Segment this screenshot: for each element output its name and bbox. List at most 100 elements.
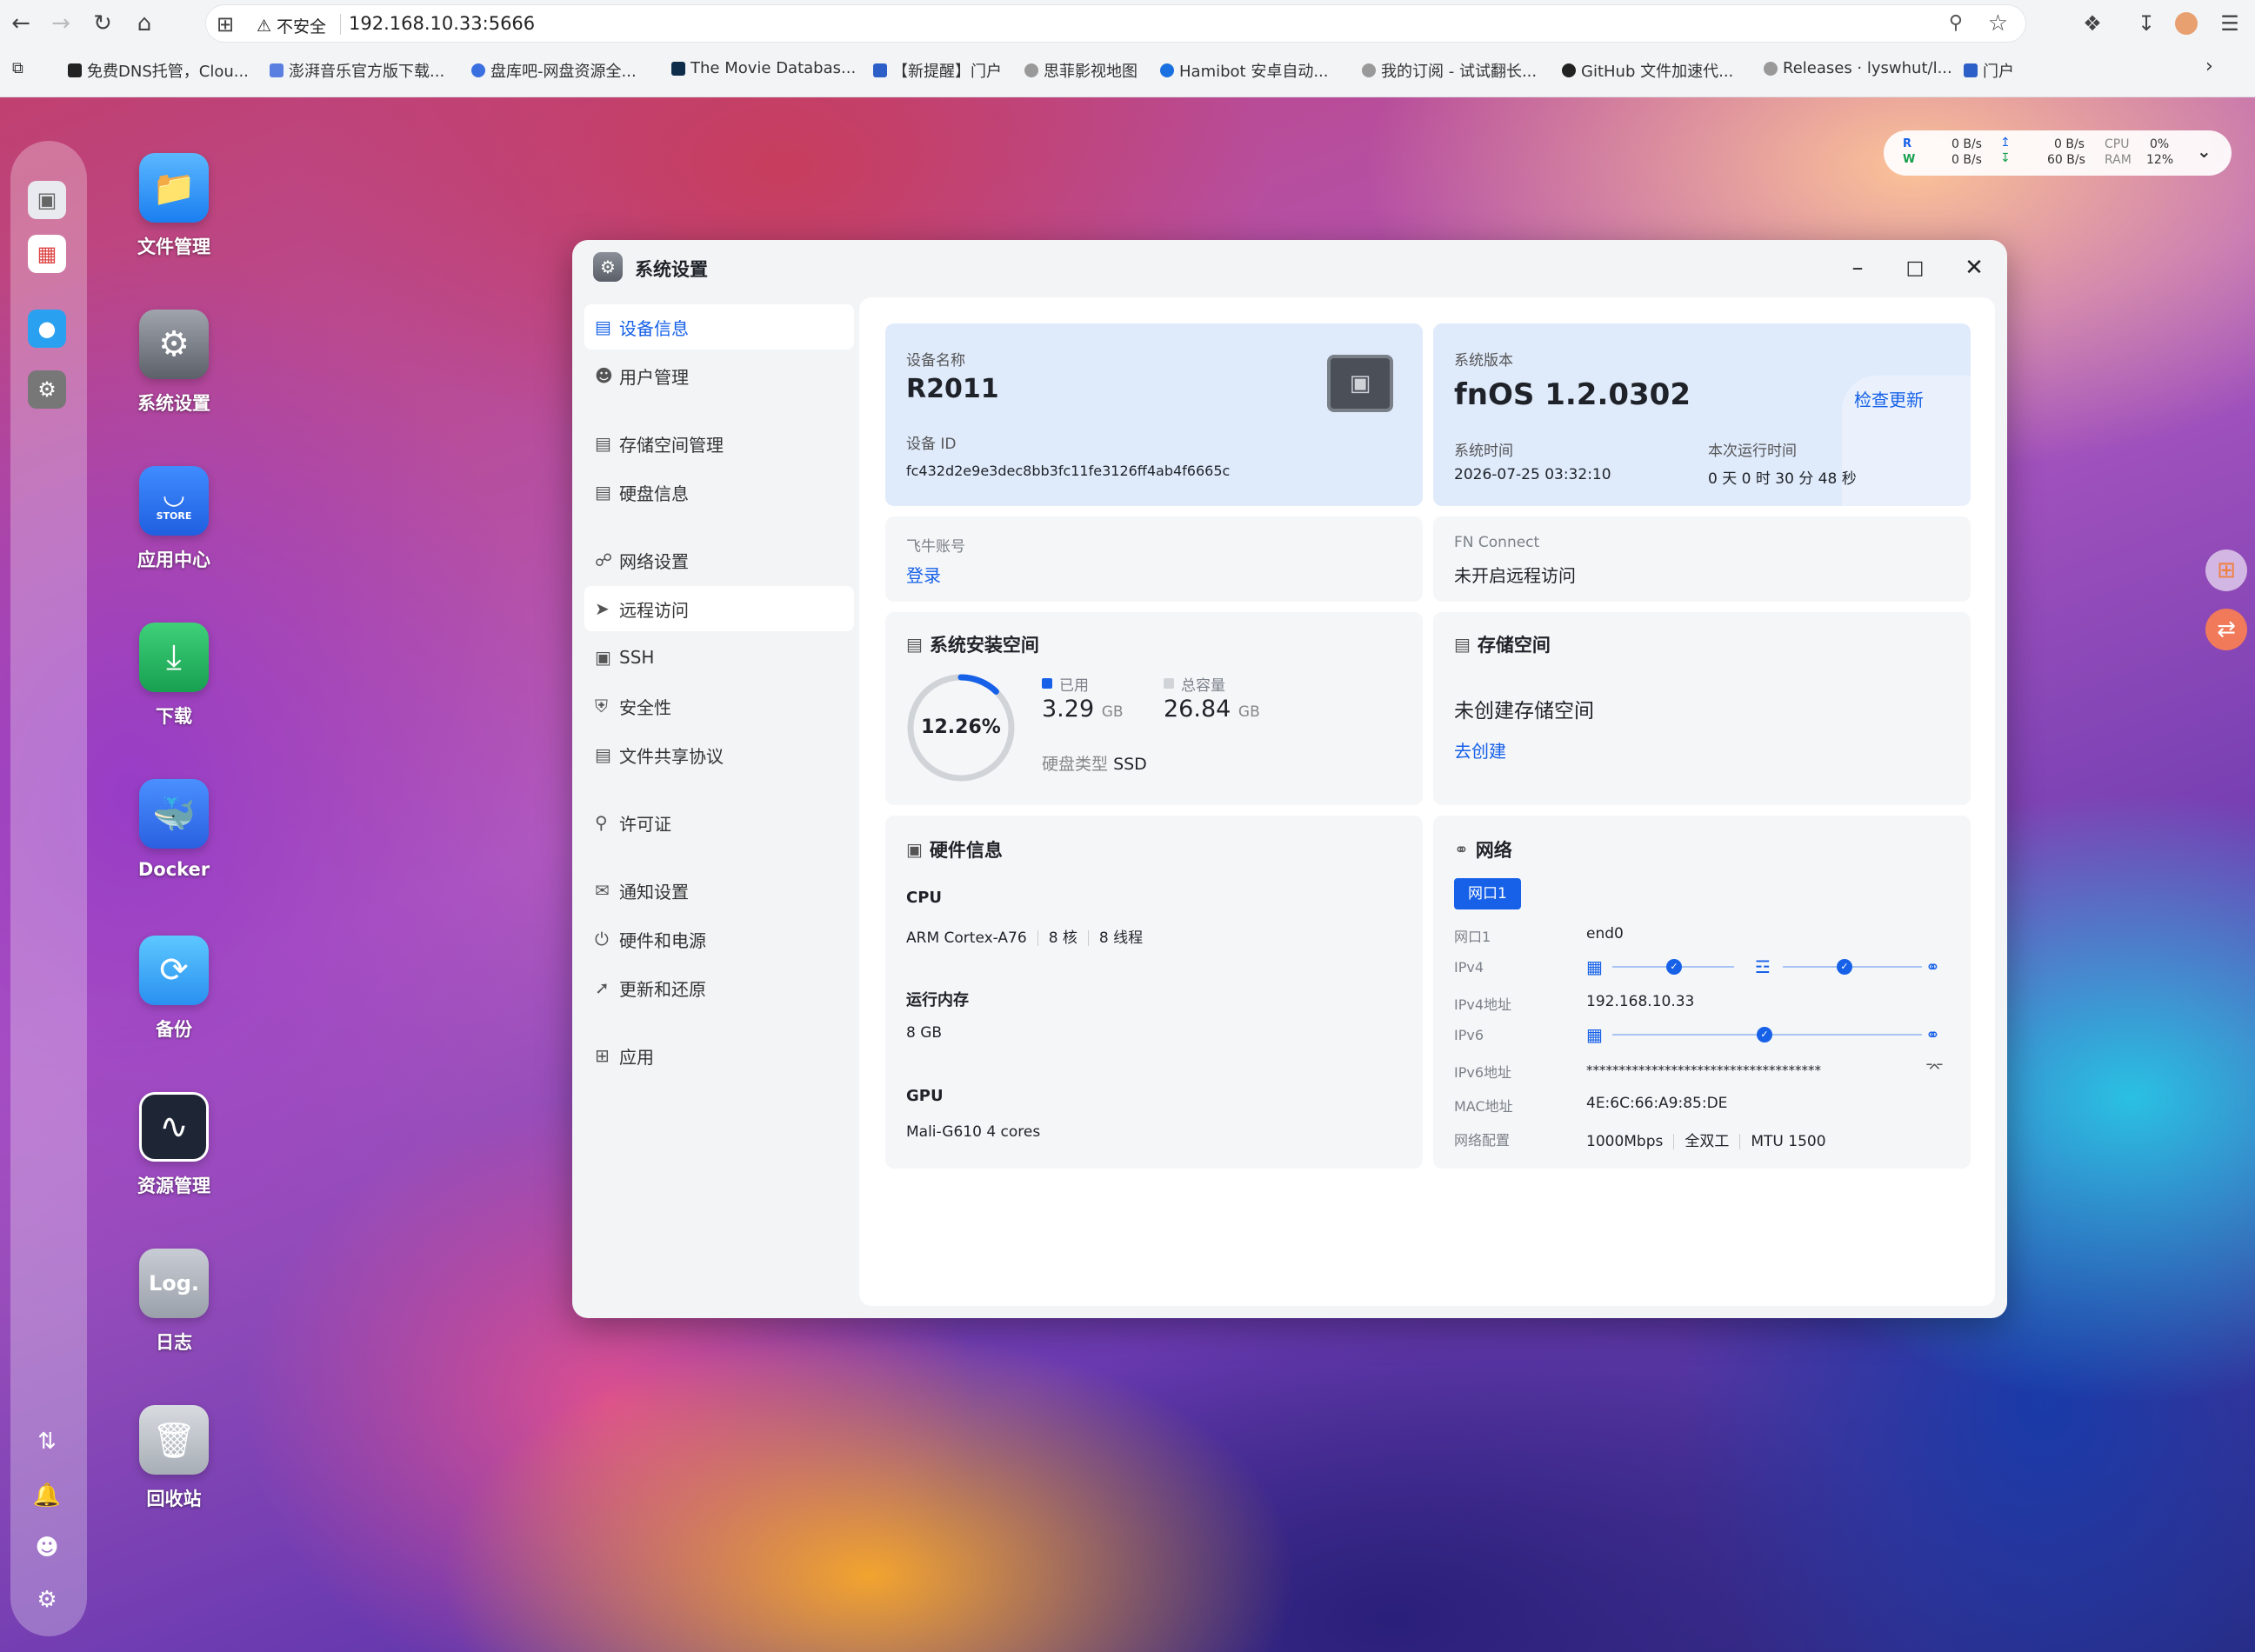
app-file-manager[interactable]: 📁 文件管理 xyxy=(122,153,226,259)
app-log[interactable]: Log. 日志 xyxy=(122,1249,226,1355)
resource-monitor-widget[interactable]: R W 0 B/s 0 B/s ↥ ↧ 0 B/s 60 B/s CPU RAM… xyxy=(1884,130,2232,176)
bell-icon[interactable]: 🔔 xyxy=(30,1478,64,1513)
bookmark-item[interactable]: The Movie Databas... xyxy=(671,59,856,77)
bookmark-item[interactable]: 门户 xyxy=(1964,59,2014,82)
app-download[interactable]: ⤓ 下载 xyxy=(122,623,226,729)
app-backup[interactable]: ⟳ 备份 xyxy=(122,936,226,1042)
window-titlebar[interactable]: ⚙ 系统设置 – □ ✕ xyxy=(572,240,2007,297)
translate-icon[interactable]: ⇄ xyxy=(2205,609,2247,650)
nav-storage-management[interactable]: ▤ 存储空间管理 xyxy=(584,421,854,466)
warning-icon: ⚠ xyxy=(257,16,272,36)
nav-user-management[interactable]: ☻ 用户管理 xyxy=(584,353,854,398)
gpu-info: Mali-G610 4 cores xyxy=(906,1123,1041,1141)
nav-apps[interactable]: ⊞ 应用 xyxy=(584,1033,854,1078)
used-legend-swatch xyxy=(1042,678,1052,689)
favicon-icon xyxy=(270,63,284,77)
browser-toolbar: ← → ↻ ⌂ ⊞ ⚠ 不安全 192.168.10.33:5666 ⚲ ☆ ❖ … xyxy=(0,0,2255,47)
globe-icon: ⚭ xyxy=(1925,1024,1940,1045)
nav-device-info[interactable]: ▤ 设备信息 xyxy=(584,304,854,350)
close-icon[interactable]: ✕ xyxy=(1958,252,1990,283)
router-icon: ☲ xyxy=(1755,956,1771,977)
minimize-icon[interactable]: – xyxy=(1842,252,1873,283)
nav-disk-info[interactable]: ▤ 硬盘信息 xyxy=(584,470,854,515)
bookmark-item[interactable]: 【新提醒】门户 xyxy=(873,59,1002,82)
store-icon: ◡ STORE xyxy=(139,466,209,536)
nav-license[interactable]: ⚲ 许可证 xyxy=(584,800,854,845)
extensions-icon[interactable]: ❖ xyxy=(2077,8,2108,39)
key-icon: ⚲ xyxy=(595,812,608,833)
bookmark-item[interactable]: 盘库吧-网盘资源全... xyxy=(471,59,637,82)
trash-icon: 🗑 xyxy=(139,1405,209,1475)
favicon-icon xyxy=(68,63,82,77)
globe-icon: ⚭ xyxy=(1925,956,1940,977)
total-legend-swatch xyxy=(1164,678,1174,689)
back-icon[interactable]: ← xyxy=(5,8,37,39)
disk-type: 硬盘类型 SSD xyxy=(1042,755,1147,774)
log-icon: Log. xyxy=(139,1249,209,1318)
port-tab[interactable]: 网口1 xyxy=(1454,878,1521,909)
bookmark-item[interactable]: Releases · lyswhut/l... xyxy=(1764,59,1952,77)
log-text: Log. xyxy=(148,1271,200,1296)
account-card: 飞牛账号 登录 xyxy=(885,516,1423,602)
bookmark-item[interactable]: GitHub 文件加速代... xyxy=(1562,59,1733,82)
forward-icon[interactable]: → xyxy=(45,8,77,39)
login-link[interactable]: 登录 xyxy=(906,562,941,587)
bookmark-item[interactable]: 我的订阅 - 试试翻长... xyxy=(1362,59,1537,82)
url-text[interactable]: 192.168.10.33:5666 xyxy=(349,13,535,34)
bookmark-item[interactable]: Hamibot 安卓自动... xyxy=(1160,59,1328,82)
nav-file-sharing[interactable]: ▤ 文件共享协议 xyxy=(584,732,854,777)
nav-ssh[interactable]: ▣ SSH xyxy=(584,635,854,680)
store-text: STORE xyxy=(156,510,192,522)
app-recycle-bin[interactable]: 🗑 回收站 xyxy=(122,1405,226,1511)
download-icon[interactable]: ↧ xyxy=(2131,8,2162,39)
favicon-icon xyxy=(873,63,887,77)
desktop-icon[interactable]: ▣ xyxy=(28,181,66,219)
app-docker[interactable]: 🐳 Docker xyxy=(122,779,226,880)
maximize-icon[interactable]: □ xyxy=(1899,252,1931,283)
chevron-right-icon[interactable]: › xyxy=(2205,56,2213,77)
widget-add-icon[interactable]: ⊞ xyxy=(2205,550,2247,591)
avatar[interactable] xyxy=(2171,8,2202,39)
nas-port-icon: ▦ xyxy=(1586,956,1603,977)
address-bar[interactable]: ⊞ ⚠ 不安全 192.168.10.33:5666 ⚲ ☆ xyxy=(205,4,2026,43)
security-warning[interactable]: ⚠ 不安全 xyxy=(257,14,326,37)
uptime: 0 天 0 时 30 分 48 秒 xyxy=(1708,470,1857,488)
settings-dock-icon[interactable]: ⚙ xyxy=(28,370,66,409)
app-system-settings[interactable]: ⚙ 系统设置 xyxy=(122,310,226,416)
nav-remote-access[interactable]: ➤ 远程访问 xyxy=(584,586,854,631)
home-icon[interactable]: ⌂ xyxy=(129,8,160,39)
bookmark-star-icon[interactable]: ☆ xyxy=(1988,10,2008,37)
chevron-down-icon[interactable]: ⌄ xyxy=(2197,141,2212,162)
nav-security[interactable]: ⛨ 安全性 xyxy=(584,683,854,729)
gear-icon[interactable]: ⚙ xyxy=(30,1582,64,1617)
app-grid-icon[interactable]: ▦ xyxy=(28,235,66,273)
create-storage-link[interactable]: 去创建 xyxy=(1454,737,1506,763)
menu-icon[interactable]: ☰ xyxy=(2214,8,2245,39)
storage-status: 未创建存储空间 xyxy=(1454,700,1594,723)
nav-update-restore[interactable]: ➚ 更新和还原 xyxy=(584,965,854,1010)
user-icon: ☻ xyxy=(595,365,613,386)
nav-network-settings[interactable]: ☍ 网络设置 xyxy=(584,537,854,583)
tab-group-icon[interactable]: ⧉ xyxy=(12,59,23,77)
favicon-icon xyxy=(471,63,485,77)
location-icon[interactable]: ⚲ xyxy=(1949,12,1963,34)
tip-icon[interactable]: ● xyxy=(28,310,66,348)
transfer-icon[interactable]: ⇅ xyxy=(30,1424,64,1459)
bookmark-item[interactable]: 思菲影视地图 xyxy=(1024,59,1138,82)
user-icon[interactable]: ☻ xyxy=(30,1530,64,1565)
nav-hardware-power[interactable]: ⏻ 硬件和电源 xyxy=(584,916,854,962)
eye-closed-icon[interactable]: ⌤ xyxy=(1925,1059,1944,1077)
fn-connect-card[interactable]: FN Connect 未开启远程访问 xyxy=(1433,516,1971,602)
favicon-icon xyxy=(1964,63,1978,77)
reload-icon[interactable]: ↻ xyxy=(87,8,118,39)
bookmark-item[interactable]: 澎湃音乐官方版下载... xyxy=(270,59,444,82)
check-icon: ✓ xyxy=(1757,1027,1772,1042)
bookmark-item[interactable]: 免费DNS托管，Clou... xyxy=(68,59,249,82)
check-update-link[interactable]: 检查更新 xyxy=(1854,386,1924,411)
tab-search-icon[interactable]: ⊞ xyxy=(217,12,234,37)
check-icon: ✓ xyxy=(1837,959,1852,975)
device-id[interactable]: fc432d2e9e3dec8bb3fc11fe3126ff4ab4f6665c xyxy=(906,463,1230,479)
nav-notifications[interactable]: ✉ 通知设置 xyxy=(584,868,854,913)
app-store[interactable]: ◡ STORE 应用中心 xyxy=(122,466,226,572)
app-resource-monitor[interactable]: ∿ 资源管理 xyxy=(122,1092,226,1198)
